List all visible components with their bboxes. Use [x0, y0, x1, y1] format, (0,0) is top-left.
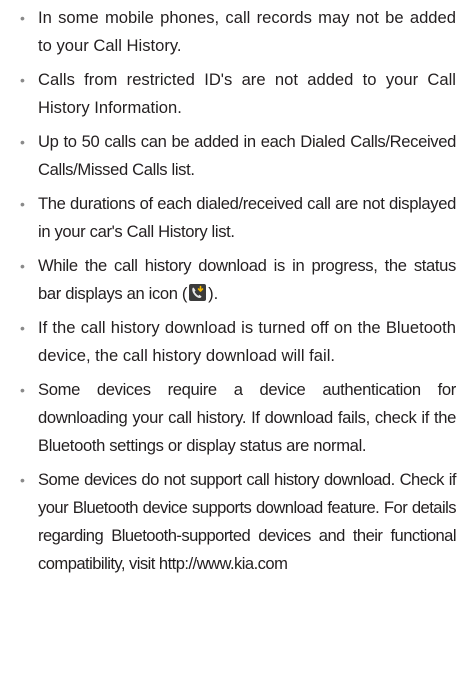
- list-item: • Calls from restricted ID's are not add…: [0, 66, 462, 122]
- list-item-text: The durations of each dialed/received ca…: [38, 194, 456, 241]
- list-item: • In some mobile phones, call records ma…: [0, 4, 462, 60]
- bullet-symbol: •: [20, 258, 25, 274]
- list-item: • If the call history download is turned…: [0, 314, 462, 370]
- list-item-text: If the call history download is turned o…: [38, 318, 456, 365]
- bullet-symbol: •: [20, 472, 25, 488]
- bullet-symbol: •: [20, 72, 25, 88]
- list-item: • Up to 50 calls can be added in each Di…: [0, 128, 462, 184]
- document-page: • In some mobile phones, call records ma…: [0, 0, 462, 697]
- list-item-text: In some mobile phones, call records may …: [38, 8, 456, 55]
- bullet-symbol: •: [20, 10, 25, 26]
- list-item-text: Some devices do not support call history…: [38, 470, 457, 573]
- bullet-symbol: •: [20, 320, 25, 336]
- list-item: • While the call history download is in …: [0, 252, 462, 308]
- list-item: • The durations of each dialed/received …: [0, 190, 462, 246]
- list-item-text: ).: [208, 284, 219, 303]
- list-item: • Some devices require a device authenti…: [0, 376, 462, 460]
- bullet-symbol: •: [20, 134, 25, 150]
- call-history-notes-list: • In some mobile phones, call records ma…: [0, 0, 462, 578]
- list-item-text: Some devices require a device authentica…: [38, 380, 456, 455]
- call-history-download-icon: [189, 284, 207, 301]
- bullet-symbol: •: [20, 196, 25, 212]
- list-item-text: Calls from restricted ID's are not added…: [38, 70, 456, 117]
- list-item-text: Up to 50 calls can be added in each Dial…: [38, 132, 456, 179]
- bullet-symbol: •: [20, 382, 25, 398]
- list-item-text: While the call history download is in pr…: [38, 256, 456, 303]
- list-item: • Some devices do not support call histo…: [0, 466, 462, 578]
